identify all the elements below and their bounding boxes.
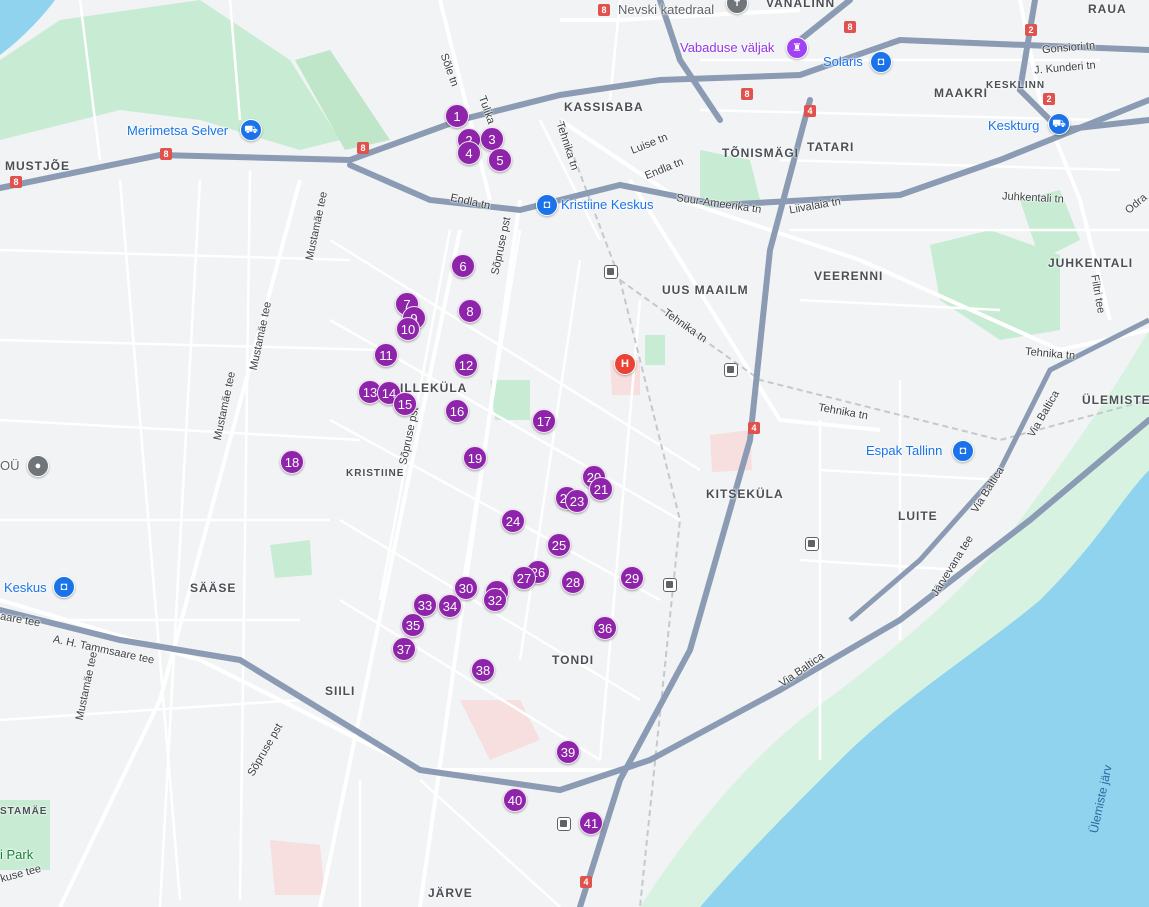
district-label-mustjoe: MUSTJÕE: [5, 159, 71, 173]
train-station-icon[interactable]: [724, 363, 738, 377]
district-label-raua: RAUA: [1088, 2, 1127, 16]
map-marker[interactable]: 16: [445, 399, 469, 423]
poi-label-nevski[interactable]: Nevski katedraal: [618, 2, 714, 17]
district-label-jarve: JÄRVE: [428, 886, 473, 900]
building-area-south: [270, 840, 325, 895]
map-marker[interactable]: 21: [589, 477, 613, 501]
poi-label-park[interactable]: i Park: [0, 847, 33, 862]
place-icon[interactable]: ●: [27, 455, 49, 477]
shopping-cart-icon[interactable]: ⛟: [240, 119, 262, 141]
map-canvas[interactable]: VANALINN RAUA KASSISABA MAAKRI KESKLINN …: [0, 0, 1149, 907]
route-shield-4: 4: [580, 876, 592, 888]
shopping-bag-icon[interactable]: ◘: [536, 194, 558, 216]
map-marker[interactable]: 28: [561, 570, 585, 594]
map-marker[interactable]: 32: [483, 588, 507, 612]
district-label-uus-maailm: UUS MAAILM: [662, 283, 749, 297]
district-label-kristiine: KRISTIINE: [346, 468, 405, 479]
route-shield-8: 8: [598, 4, 610, 16]
map-marker[interactable]: 1: [445, 104, 469, 128]
route-shield-8: 8: [357, 142, 369, 154]
district-label-tonismagi: TÕNISMÄGI: [722, 146, 799, 160]
district-label-tondi: TONDI: [552, 653, 595, 667]
hospital-icon[interactable]: H: [614, 353, 636, 375]
train-station-icon[interactable]: [604, 265, 618, 279]
route-shield-8: 8: [741, 88, 753, 100]
district-label-veerenni: VEERENNI: [814, 269, 884, 283]
district-label-siili: SIILI: [325, 684, 356, 698]
map-marker[interactable]: 40: [503, 788, 527, 812]
shopping-cart-icon[interactable]: ⛟: [1048, 113, 1070, 135]
train-station-icon[interactable]: [663, 578, 677, 592]
district-label-stamae: STAMÄE: [0, 806, 48, 817]
district-label-ulemiste: ÜLEMISTE: [1082, 393, 1149, 407]
map-marker[interactable]: 34: [438, 594, 462, 618]
park-sports: [645, 335, 665, 365]
district-label-kitsekula: KITSEKÜLA: [706, 487, 784, 501]
poi-label-vabaduse[interactable]: Vabaduse väljak: [680, 40, 774, 55]
park-kristiine: [270, 540, 312, 578]
shopping-bag-icon[interactable]: ◘: [870, 51, 892, 73]
poi-label-keskus[interactable]: Keskus: [4, 580, 47, 595]
route-shield-2: 2: [1025, 24, 1037, 36]
map-marker[interactable]: 37: [392, 637, 416, 661]
poi-label-merimetsa-selver[interactable]: Merimetsa Selver: [127, 123, 228, 138]
map-marker[interactable]: 8: [458, 299, 482, 323]
map-marker[interactable]: 19: [463, 446, 487, 470]
shopping-bag-icon[interactable]: ◘: [952, 440, 974, 462]
train-station-icon[interactable]: [805, 537, 819, 551]
map-marker[interactable]: 25: [547, 533, 571, 557]
district-label-saase: SÄÄSE: [190, 581, 237, 595]
map-marker[interactable]: 15: [393, 392, 417, 416]
poi-label-ou[interactable]: OÜ: [0, 458, 20, 473]
district-label-juhkentali: JUHKENTALI: [1048, 256, 1134, 270]
map-marker[interactable]: 18: [280, 450, 304, 474]
map-marker[interactable]: 35: [401, 613, 425, 637]
map-marker[interactable]: 38: [471, 658, 495, 682]
route-shield-8: 8: [160, 148, 172, 160]
map-marker[interactable]: 27: [512, 566, 536, 590]
poi-label-kristiine-keskus[interactable]: Kristiine Keskus: [561, 197, 653, 212]
map-marker[interactable]: 36: [593, 616, 617, 640]
district-label-kassisaba: KASSISABA: [564, 100, 644, 114]
map-marker[interactable]: 10: [396, 317, 420, 341]
poi-label-solaris[interactable]: Solaris: [823, 54, 863, 69]
map-marker[interactable]: 5: [488, 148, 512, 172]
district-label-luite: LUITE: [898, 509, 938, 523]
district-label-vanalinn: VANALINN: [766, 0, 836, 10]
route-shield-8: 8: [10, 176, 22, 188]
route-shield-8: 8: [844, 21, 856, 33]
district-label-maakri: MAAKRI: [934, 86, 988, 100]
map-marker[interactable]: 6: [451, 254, 475, 278]
train-station-icon[interactable]: [557, 817, 571, 831]
route-shield-2: 2: [1043, 93, 1055, 105]
map-marker[interactable]: 29: [620, 566, 644, 590]
route-shield-4: 4: [748, 422, 760, 434]
shopping-bag-icon[interactable]: ◘: [53, 576, 75, 598]
district-label-kesklinn: KESKLINN: [986, 80, 1046, 91]
map-marker[interactable]: 17: [532, 409, 556, 433]
poi-label-espak[interactable]: Espak Tallinn: [866, 443, 942, 458]
route-shield-4: 4: [804, 105, 816, 117]
map-marker[interactable]: 23: [565, 489, 589, 513]
map-marker[interactable]: 39: [556, 740, 580, 764]
map-marker[interactable]: 4: [457, 141, 481, 165]
map-marker[interactable]: 41: [579, 811, 603, 835]
district-label-tatari: TATARI: [807, 140, 855, 154]
map-marker[interactable]: 24: [501, 509, 525, 533]
poi-label-keskturg[interactable]: Keskturg: [988, 118, 1039, 133]
map-marker[interactable]: 11: [374, 343, 398, 367]
monument-icon[interactable]: ♜: [786, 37, 808, 59]
map-marker[interactable]: 12: [454, 353, 478, 377]
